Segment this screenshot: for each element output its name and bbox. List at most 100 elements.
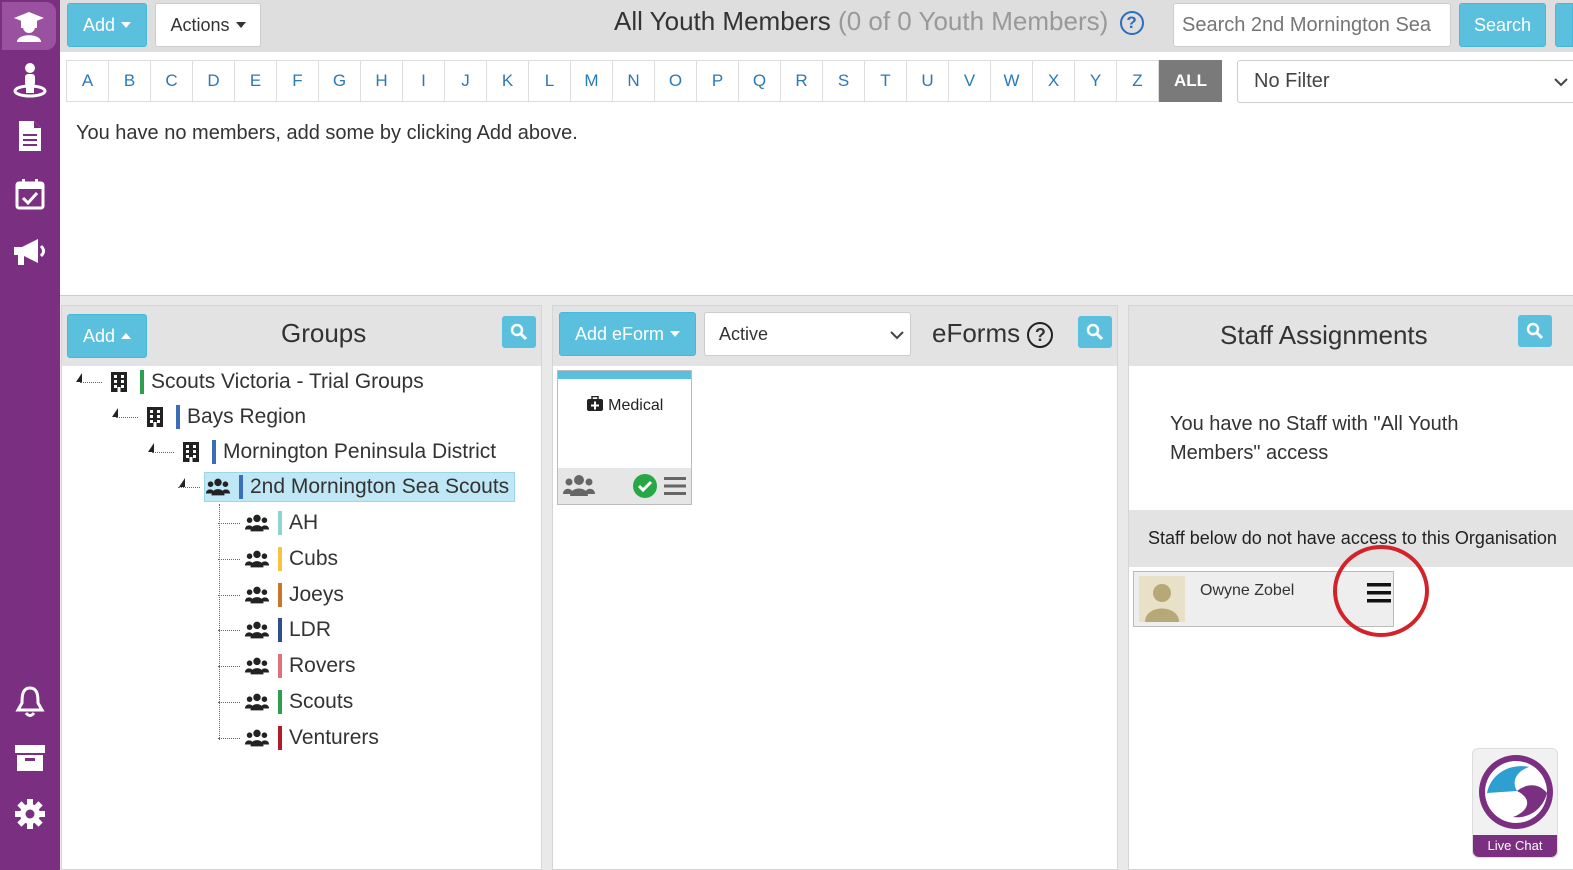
help-icon[interactable]: ? <box>1119 11 1144 36</box>
letter-filter-t[interactable]: T <box>864 60 907 102</box>
tree-node[interactable]: 2nd Mornington Sea Scouts <box>204 472 516 502</box>
letter-filter-p[interactable]: P <box>696 60 739 102</box>
extra-button[interactable] <box>1555 3 1573 47</box>
group-color-bar <box>212 440 216 464</box>
letter-filter-i[interactable]: I <box>402 60 445 102</box>
group-color-bar <box>278 690 282 714</box>
sidebar <box>0 0 60 870</box>
staff-name: Owyne Zobel <box>1200 582 1295 599</box>
tree-node[interactable]: Cubs <box>244 544 338 574</box>
tree-connector <box>218 523 240 524</box>
tree-node[interactable]: Mornington Peninsula District <box>178 437 496 467</box>
tree-node[interactable]: Rovers <box>244 651 356 681</box>
tree-connector <box>218 738 240 739</box>
chevron-down-icon <box>890 331 904 340</box>
search-label: Search <box>1473 14 1532 35</box>
avatar <box>1139 576 1185 622</box>
letter-filter-a[interactable]: A <box>66 60 109 102</box>
expand-arrow-icon[interactable] <box>76 373 82 382</box>
expand-arrow-icon[interactable] <box>179 478 185 487</box>
no-staff-message: You have no Staff with "All Youth Member… <box>1170 413 1459 464</box>
letter-filter-e[interactable]: E <box>234 60 277 102</box>
alphabet-filter: A B C D E F G H I J K L M N O P Q R S T U V W X Y Z ALL <box>66 60 1222 102</box>
tree-node[interactable]: LDR <box>244 615 331 645</box>
letter-filter-m[interactable]: M <box>570 60 613 102</box>
letter-filter-z[interactable]: Z <box>1116 60 1159 102</box>
calendar-check-icon[interactable] <box>0 170 60 218</box>
group-color-bar <box>278 547 282 571</box>
group-color-bar <box>176 405 180 429</box>
add-label: Add <box>82 14 116 35</box>
staff-title: Staff Assignments <box>1220 320 1428 350</box>
bell-icon[interactable] <box>0 678 60 726</box>
caret-down-icon <box>670 331 681 337</box>
letter-filter-f[interactable]: F <box>276 60 319 102</box>
groups-panel: Add Groups Scouts Victoria - Trial Group… <box>61 305 542 870</box>
check-circle-icon[interactable] <box>632 473 658 499</box>
megaphone-icon[interactable] <box>0 228 60 276</box>
letter-filter-all[interactable]: ALL <box>1159 60 1222 102</box>
document-icon[interactable] <box>0 112 60 160</box>
tree-node[interactable]: Scouts <box>244 687 353 717</box>
add-eform-button[interactable]: Add eForm <box>559 312 696 356</box>
letter-filter-o[interactable]: O <box>654 60 697 102</box>
letter-filter-x[interactable]: X <box>1032 60 1075 102</box>
letter-filter-v[interactable]: V <box>948 60 991 102</box>
medical-kit-icon <box>586 395 603 411</box>
add-group-button[interactable]: Add <box>67 314 147 358</box>
letter-filter-r[interactable]: R <box>780 60 823 102</box>
letter-filter-n[interactable]: N <box>612 60 655 102</box>
search-icon[interactable] <box>1518 315 1552 347</box>
search-button[interactable]: Search <box>1459 3 1546 47</box>
live-chat-label: Live Chat <box>1473 835 1557 857</box>
no-access-text: Staff below do not have access to this O… <box>1148 528 1557 548</box>
tree-node[interactable]: Venturers <box>244 723 379 753</box>
expand-arrow-icon[interactable] <box>148 443 154 452</box>
search-icon[interactable] <box>502 316 536 348</box>
tree-node[interactable]: Scouts Victoria - Trial Groups <box>106 367 424 397</box>
tree-connector <box>218 630 240 631</box>
letter-filter-h[interactable]: H <box>360 60 403 102</box>
letter-filter-q[interactable]: Q <box>738 60 781 102</box>
menu-icon[interactable] <box>664 476 686 496</box>
eform-status-select[interactable]: Active <box>704 312 911 356</box>
filter-selected-value: No Filter <box>1254 70 1330 92</box>
letter-filter-y[interactable]: Y <box>1074 60 1117 102</box>
tree-connector <box>218 702 240 703</box>
actions-dropdown[interactable]: Actions <box>155 3 261 47</box>
tree-node-label: Scouts Victoria - Trial Groups <box>151 370 424 393</box>
tree-node[interactable]: Bays Region <box>142 402 306 432</box>
live-chat-logo-icon <box>1479 755 1553 829</box>
caret-up-icon <box>121 333 132 339</box>
eform-card[interactable]: Medical <box>557 370 692 505</box>
search-input[interactable] <box>1173 3 1451 47</box>
add-group-label: Add <box>82 325 116 346</box>
letter-filter-u[interactable]: U <box>906 60 949 102</box>
letter-filter-w[interactable]: W <box>990 60 1033 102</box>
users-icon <box>244 656 270 676</box>
letter-filter-b[interactable]: B <box>108 60 151 102</box>
letter-filter-j[interactable]: J <box>444 60 487 102</box>
letter-filter-c[interactable]: C <box>150 60 193 102</box>
tree-node[interactable]: AH <box>244 508 318 538</box>
expand-arrow-icon[interactable] <box>112 408 118 417</box>
letter-filter-d[interactable]: D <box>192 60 235 102</box>
live-chat-widget[interactable]: Live Chat <box>1472 748 1558 858</box>
letter-filter-s[interactable]: S <box>822 60 865 102</box>
letter-filter-k[interactable]: K <box>486 60 529 102</box>
person-icon[interactable] <box>0 56 60 104</box>
gear-icon[interactable] <box>0 790 60 838</box>
groups-title: Groups <box>281 318 367 348</box>
users-icon[interactable] <box>562 474 596 498</box>
search-icon[interactable] <box>1078 316 1112 348</box>
graduation-user-icon[interactable] <box>2 2 56 50</box>
group-color-bar <box>140 370 144 394</box>
add-member-button[interactable]: Add <box>67 3 147 47</box>
help-icon[interactable]: ? <box>1027 322 1054 349</box>
page-title: All Youth Members (0 of 0 Youth Members)… <box>614 6 1144 37</box>
letter-filter-g[interactable]: G <box>318 60 361 102</box>
tree-node[interactable]: Joeys <box>244 580 344 610</box>
archive-icon[interactable] <box>0 734 60 782</box>
member-filter-select[interactable]: No Filter <box>1237 60 1573 103</box>
letter-filter-l[interactable]: L <box>528 60 571 102</box>
